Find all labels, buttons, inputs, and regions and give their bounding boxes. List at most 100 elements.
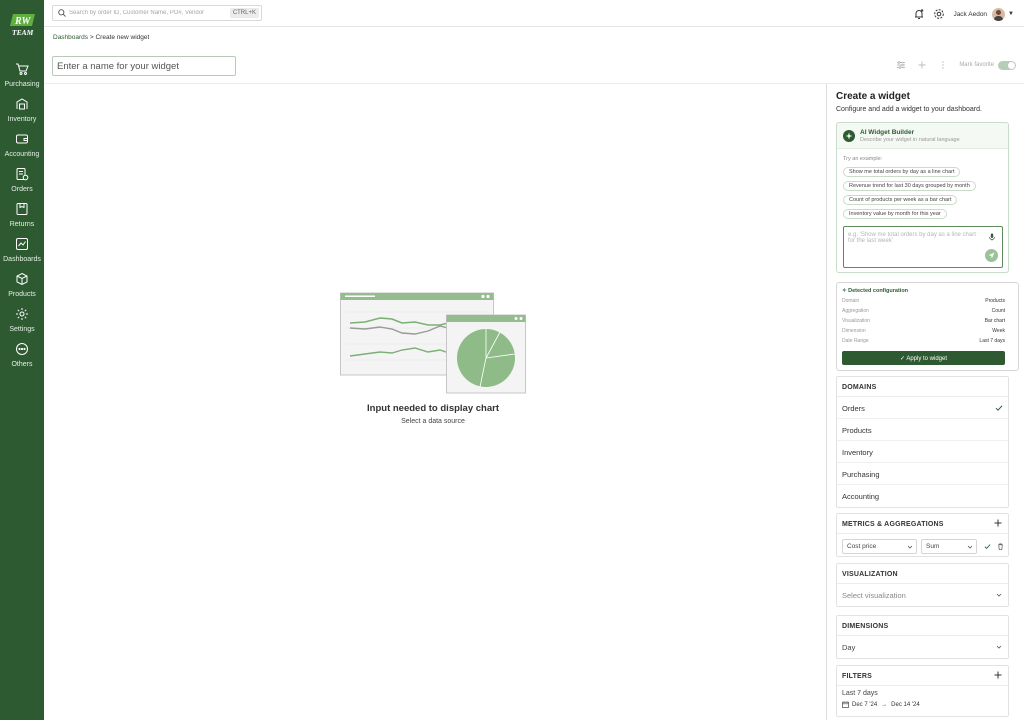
sidebar-item-accounting[interactable]: Accounting <box>0 132 44 158</box>
bell-icon[interactable] <box>913 8 925 20</box>
cart-icon <box>16 63 29 75</box>
returns-icon <box>16 203 28 215</box>
sidebar-item-label: Returns <box>9 221 35 228</box>
domain-item-orders[interactable]: Orders <box>837 397 1008 419</box>
user-name[interactable]: Jack Aedon <box>953 11 987 18</box>
add-metric-plus-icon[interactable] <box>993 518 1003 528</box>
metric-field-select[interactable]: Cost price <box>842 539 917 554</box>
top-right-controls: Jack Aedon ▼ <box>905 6 1014 22</box>
example-chip[interactable]: Inventory value by month for this year <box>843 209 947 219</box>
detected-value: Week <box>992 328 1005 334</box>
mark-favorite-label: Mark favorite <box>959 62 994 68</box>
date-range-label: Last 7 days <box>842 690 878 697</box>
dimension-value: Day <box>842 643 856 652</box>
widget-name-input[interactable] <box>52 56 236 76</box>
date-range-values: Dec 7 '24 → Dec 14 '24 <box>842 701 920 708</box>
detected-key: Aggregation <box>842 308 869 314</box>
date-range-filter[interactable]: Last 7 days Dec 7 '24 → Dec 14 '24 <box>837 686 1008 716</box>
mark-favorite-toggle[interactable] <box>998 60 1016 70</box>
detected-value: Bar chart <box>984 318 1005 324</box>
domain-label: Purchasing <box>842 470 880 479</box>
rw-team-logo[interactable]: RW TEAM <box>9 12 36 37</box>
apply-to-widget-button[interactable]: ✓ Apply to widget <box>842 351 1005 365</box>
dimensions-header: DIMENSIONS <box>837 616 1008 636</box>
orders-icon <box>16 168 29 181</box>
confirm-metric-check-icon[interactable] <box>984 543 991 550</box>
dimensions-section: DIMENSIONS Day <box>836 615 1009 659</box>
visualization-title: VISUALIZATION <box>842 571 898 578</box>
more-vertical-icon[interactable] <box>938 60 948 70</box>
ai-sparkle-icon <box>843 130 855 142</box>
svg-text:RW: RW <box>14 16 31 27</box>
ai-prompt-input[interactable] <box>843 226 1003 268</box>
chevron-down-icon <box>996 645 1002 649</box>
settings-gear-icon[interactable] <box>933 8 945 20</box>
example-chip[interactable]: Show me total orders by day as a line ch… <box>843 167 961 177</box>
dimension-select[interactable]: Day <box>837 636 1008 658</box>
ai-widget-builder: AI Widget Builder Describe your widget i… <box>836 122 1009 273</box>
sidebar-item-others[interactable]: Others <box>0 342 44 368</box>
detected-configuration: ✧ Detected configuration Domain Products … <box>836 282 1019 371</box>
empty-state-subtitle: Select a data source <box>401 418 465 425</box>
widget-toolbar: Mark favorite <box>896 59 1016 71</box>
sidebar-item-label: Products <box>8 291 36 298</box>
sidebar-item-dashboards[interactable]: Dashboards <box>0 237 44 263</box>
metrics-header: METRICS & AGGREGATIONS <box>837 514 1008 534</box>
sliders-icon[interactable] <box>896 60 906 70</box>
sidebar-item-settings[interactable]: Settings <box>0 307 44 333</box>
gear-icon <box>16 308 28 320</box>
filters-title: FILTERS <box>842 673 873 680</box>
widget-header-row: Mark favorite <box>44 48 1024 84</box>
chevron-down-icon <box>996 593 1002 597</box>
search-input[interactable] <box>69 7 229 19</box>
filters-section: FILTERS Last 7 days Dec 7 '24 → Dec 14 '… <box>836 665 1009 717</box>
breadcrumb: Dashboards > Create new widget <box>53 34 149 41</box>
sidebar-item-inventory[interactable]: Inventory <box>0 97 44 123</box>
sidebar-item-label: Inventory <box>7 116 37 123</box>
sidebar-item-orders[interactable]: Orders <box>0 167 44 193</box>
ai-builder-header: AI Widget Builder Describe your widget i… <box>837 123 1008 149</box>
domain-item-accounting[interactable]: Accounting <box>837 485 1008 507</box>
global-search[interactable]: CTRL+K <box>52 5 262 21</box>
detected-value: Count <box>991 308 1005 314</box>
domains-section: DOMAINS Orders Products Inventory Purcha… <box>836 376 1009 508</box>
sidebar-item-label: Accounting <box>4 151 40 158</box>
aggregation-select[interactable]: Sum <box>921 539 977 554</box>
domain-item-purchasing[interactable]: Purchasing <box>837 463 1008 485</box>
sidebar-item-returns[interactable]: Returns <box>0 202 44 228</box>
dashboard-icon <box>16 238 28 250</box>
user-menu-chevron-icon[interactable]: ▼ <box>1008 11 1014 17</box>
domain-item-inventory[interactable]: Inventory <box>837 441 1008 463</box>
inventory-icon <box>16 98 28 110</box>
panel-title: Create a widget <box>836 91 910 102</box>
metrics-title: METRICS & AGGREGATIONS <box>842 521 944 528</box>
dimensions-title: DIMENSIONS <box>842 623 889 630</box>
visualization-section: VISUALIZATION Select visualization <box>836 563 1009 607</box>
detected-value: Products <box>985 298 1005 304</box>
mic-icon[interactable] <box>988 233 996 241</box>
search-shortcut-badge: CTRL+K <box>229 8 259 18</box>
date-end: Dec 14 '24 <box>891 701 920 708</box>
visualization-header: VISUALIZATION <box>837 564 1008 584</box>
delete-metric-trash-icon[interactable] <box>997 543 1004 550</box>
domain-label: Orders <box>842 404 865 413</box>
send-prompt-button[interactable] <box>985 249 998 262</box>
breadcrumb-dashboards-link[interactable]: Dashboards <box>53 34 88 41</box>
detected-key: Visualization <box>842 318 870 324</box>
example-chip[interactable]: Revenue trend for last 30 days grouped b… <box>843 181 976 191</box>
ai-builder-description: Describe your widget in natural language <box>860 137 960 143</box>
sidebar-item-products[interactable]: Products <box>0 272 44 298</box>
visualization-select[interactable]: Select visualization <box>837 584 1008 606</box>
domain-item-products[interactable]: Products <box>837 419 1008 441</box>
breadcrumb-current: Create new widget <box>95 34 150 41</box>
sidebar-item-purchasing[interactable]: Purchasing <box>0 62 44 88</box>
metrics-section: METRICS & AGGREGATIONS Cost price Sum <box>836 513 1009 557</box>
example-chip[interactable]: Count of products per week as a bar char… <box>843 195 958 205</box>
metric-field-value: Cost price <box>847 543 877 550</box>
add-filter-plus-icon[interactable] <box>993 670 1003 680</box>
more-icon <box>16 343 28 355</box>
domain-label: Products <box>842 426 872 435</box>
ai-builder-title: AI Widget Builder <box>860 129 915 136</box>
plus-icon[interactable] <box>917 60 927 70</box>
avatar[interactable] <box>992 7 1006 21</box>
